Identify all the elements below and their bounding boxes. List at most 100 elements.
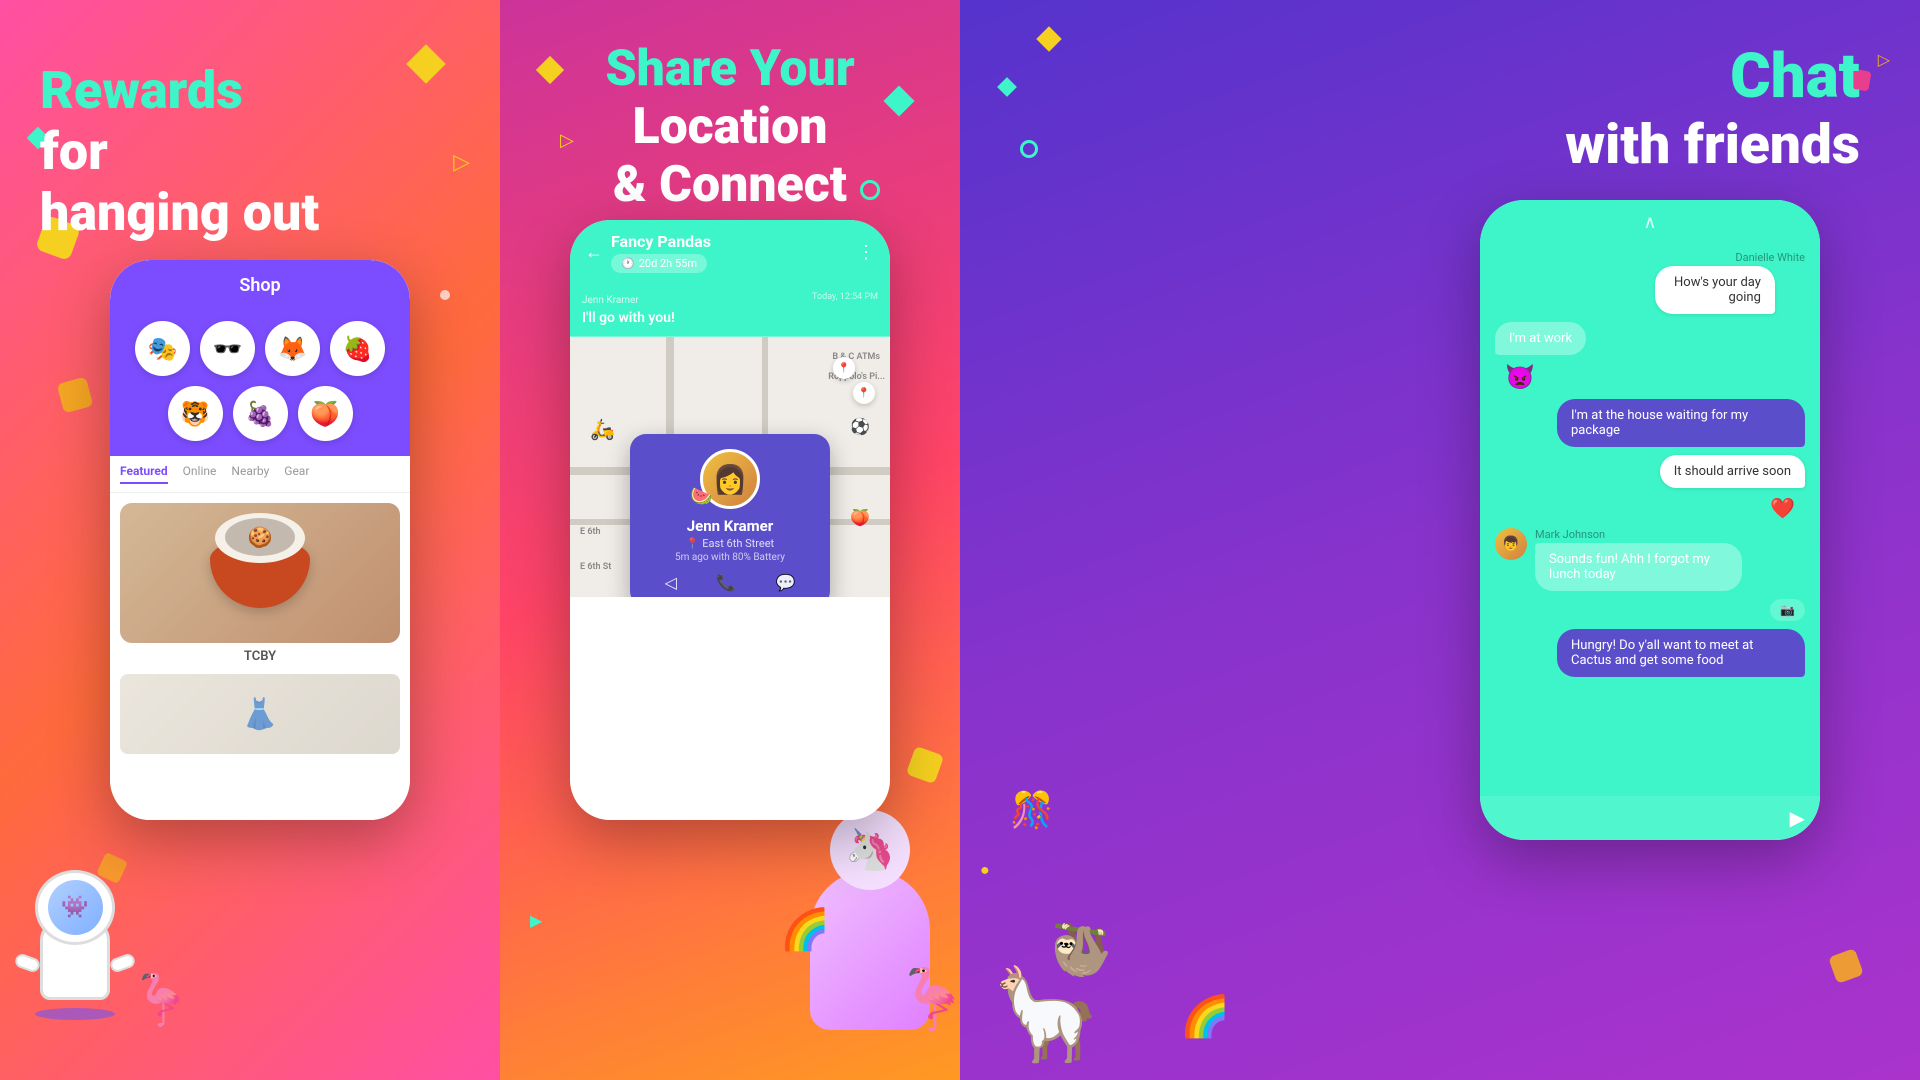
phone3-bottom-bar: ▶ <box>1480 796 1820 840</box>
more-options-icon[interactable]: ⋮ <box>857 242 875 263</box>
avatar-1: 🎭 <box>135 321 190 376</box>
msg-lunch: Sounds fun! Ahh I forgot my lunch today <box>1535 543 1742 591</box>
food-image: 🍪 <box>120 503 400 643</box>
timer-text: 20d 2h 55m <box>639 257 697 270</box>
deco-triangle-1: ▷ <box>453 150 470 175</box>
panel2-title: Share Your Location & Connect <box>605 40 854 214</box>
deco-p3-2 <box>997 77 1017 97</box>
avatar-7: 🍑 <box>298 386 353 441</box>
deco-p2-1 <box>536 56 564 84</box>
msg-house: I'm at the house waiting for my package <box>1557 399 1805 447</box>
chevron-up-icon: ∧ <box>1643 212 1656 233</box>
panel3-title: Chat with friends <box>1565 40 1860 177</box>
location-pin-icon: 📍 <box>686 537 700 550</box>
user-card-battery: 5m ago with 80% Battery <box>645 552 815 563</box>
phone1-tabs: Featured Online Nearby Gear <box>110 456 410 493</box>
map-pin-2: 📍 <box>853 382 875 404</box>
msg-imatwork: I'm at work <box>1495 322 1586 355</box>
group-name: Fancy Pandas <box>611 232 857 251</box>
avatar-grid: 🎭 🕶️ 🦊 🍓 🐯 🍇 🍑 <box>110 306 410 456</box>
watermelon-icon: 🍉 <box>690 486 712 507</box>
deco-p2-tri: ▷ <box>560 130 574 151</box>
deco-p3-circle <box>1020 140 1038 158</box>
msg-cactus: Hungry! Do y'all want to meet at Cactus … <box>1557 629 1805 677</box>
send-icon[interactable]: ▶ <box>1790 806 1805 830</box>
avatar-3: 🦊 <box>265 321 320 376</box>
user-card-address: 📍 East 6th Street <box>645 537 815 550</box>
scooter-icon: 🛵 <box>590 417 615 441</box>
panel2-title-location: Location <box>605 98 854 156</box>
panel1-title-for: for <box>40 121 319 182</box>
panel2-title-share: Share Your <box>605 40 854 98</box>
deco-p3-sq2 <box>1828 948 1864 984</box>
panel3-title-chat: Chat <box>1730 40 1860 113</box>
camera-icon: 📷 <box>1780 603 1795 617</box>
chat-block-1: Danielle White How's your day going <box>1655 251 1805 314</box>
chat-time: Today, 12:54 PM <box>812 292 878 302</box>
sender-mark: Mark Johnson <box>1535 528 1794 541</box>
chat-messages-area: Danielle White How's your day going I'm … <box>1480 241 1820 796</box>
panel2-title-connect: & Connect <box>605 156 854 214</box>
deco-dot-1 <box>440 290 450 300</box>
emoji-devil: 👿 <box>1505 363 1535 391</box>
user-location-card: 👩 Jenn Kramer 📍 East 6th Street 5m ago w… <box>630 434 830 597</box>
panel1-title-rewards: Rewards <box>40 60 319 121</box>
phone2-header: ← Fancy Pandas 🕐 20d 2h 55m ⋮ <box>570 220 890 285</box>
phone1-header: Shop <box>110 260 410 306</box>
chat-block-mark: 👦 Mark Johnson Sounds fun! Ahh I forgot … <box>1495 528 1805 591</box>
deco-diamond-1 <box>406 44 446 84</box>
tab-nearby[interactable]: Nearby <box>231 464 269 484</box>
map-label-e6thst: E 6th St <box>580 562 611 572</box>
avatar-4: 🍓 <box>330 321 385 376</box>
phone1-mockup: Shop 🎭 🕶️ 🦊 🍓 🐯 🍇 🍑 Featured Online Near… <box>110 260 410 820</box>
sloth-illustration: 🦙 🦥 🌈 🎊 <box>990 780 1230 1060</box>
deco-p2-circle <box>860 180 880 200</box>
chat-message: I'll go with you! <box>582 310 878 326</box>
panel1-rewards: ▷ Rewards for hanging out Shop 🎭 🕶️ 🦊 🍓 … <box>0 0 500 1080</box>
phone-icon[interactable]: 📞 <box>716 573 736 592</box>
deco-p2-2 <box>883 85 914 116</box>
phone3-topbar: ∧ <box>1480 200 1820 241</box>
pink-character: 🦩 <box>130 972 192 1030</box>
panel1-title-hangingout: hanging out <box>40 182 319 243</box>
peach-icon: 🍑 <box>850 508 870 527</box>
chat-icon[interactable]: 💬 <box>775 573 795 592</box>
navigate-icon[interactable]: ◁ <box>665 573 677 592</box>
avatar-5: 🐯 <box>168 386 223 441</box>
msg-howsyourday: How's your day going <box>1655 266 1775 314</box>
deco-p3-1 <box>1036 26 1061 51</box>
deco-p2-tri2: ▶ <box>530 911 542 930</box>
map-area: B & C ATMs Roppolo's Pi... E 6th E 6th S… <box>570 337 890 597</box>
astronaut-character: 👾 <box>20 870 130 1000</box>
panel3-title-friends: with friends <box>1565 113 1860 177</box>
avatar-6: 🍇 <box>233 386 288 441</box>
back-arrow-icon[interactable]: ← <box>585 242 603 263</box>
shop-label: Shop <box>239 275 280 296</box>
msg-arrive-soon: It should arrive soon <box>1660 455 1805 488</box>
map-label-e6th: E 6th <box>580 527 601 537</box>
mark-avatar: 👦 <box>1495 528 1527 560</box>
panel2-location: ▷ ▶ Share Your Location & Connect ← Fanc… <box>500 0 960 1080</box>
tab-gear[interactable]: Gear <box>284 464 309 484</box>
food-label: TCBY <box>120 649 400 664</box>
heart-emoji: ❤️ <box>1770 496 1795 520</box>
sender-danielle: Danielle White <box>1655 251 1805 264</box>
deco-p3-tri1: ▷ <box>1878 50 1890 69</box>
avatar-2: 🕶️ <box>200 321 255 376</box>
camera-area: 📷 <box>1770 599 1805 621</box>
clock-icon: 🕐 <box>621 257 635 270</box>
chat-on-map: Jenn Kramer Today, 12:54 PM I'll go with… <box>570 285 890 337</box>
ball-icon: ⚽ <box>850 417 870 436</box>
deco-square-2 <box>57 377 94 414</box>
tab-featured[interactable]: Featured <box>120 464 168 484</box>
tab-online[interactable]: Online <box>183 464 217 484</box>
map-pin-1: 📍 <box>833 357 855 379</box>
user-card-name: Jenn Kramer <box>645 517 815 535</box>
phone3-mockup: ∧ Danielle White How's your day going I'… <box>1480 200 1820 840</box>
deco-p3-dot: ● <box>980 860 990 880</box>
phone1-content: 🍪 TCBY 👗 <box>110 493 410 764</box>
panel1-title: Rewards for hanging out <box>40 60 319 243</box>
panel3-chat: ▷ ● Chat with friends ∧ Danielle White H… <box>960 0 1920 1080</box>
phone2-mockup: ← Fancy Pandas 🕐 20d 2h 55m ⋮ Jenn Krame… <box>570 220 890 820</box>
user-card-actions: ◁ 📞 💬 <box>645 573 815 592</box>
